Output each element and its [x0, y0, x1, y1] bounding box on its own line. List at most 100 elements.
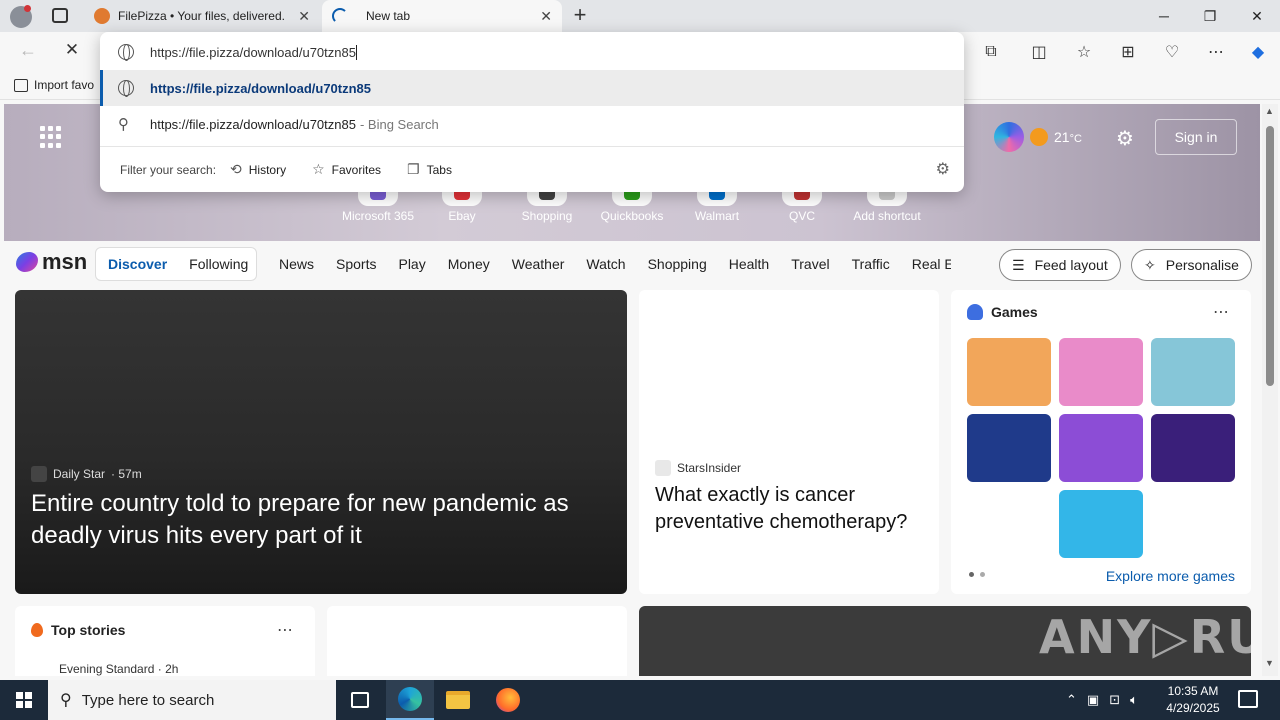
- copilot-icon[interactable]: ◆: [1244, 40, 1272, 64]
- restore-button[interactable]: ❐: [1187, 0, 1233, 32]
- tab-following[interactable]: Following: [189, 256, 248, 272]
- filter-favorites[interactable]: ☆ Favorites: [312, 161, 381, 178]
- more-options-icon[interactable]: ⋯: [277, 620, 293, 640]
- filter-tabs-label: Tabs: [426, 162, 452, 177]
- collections-icon[interactable]: ⊞: [1114, 40, 1142, 64]
- game-tile[interactable]: [967, 414, 1051, 482]
- carousel-dots[interactable]: [969, 572, 985, 577]
- split-screen-icon[interactable]: ◫: [1025, 40, 1053, 64]
- top-stories-card: Top stories ⋯ Evening Standard · 2h: [15, 606, 315, 676]
- page-scrollbar[interactable]: ▲ ▼: [1262, 104, 1278, 676]
- game-tile[interactable]: [1151, 338, 1235, 406]
- sign-in-button[interactable]: Sign in: [1155, 119, 1237, 155]
- nav-traffic[interactable]: Traffic: [852, 256, 890, 272]
- nav-money[interactable]: Money: [448, 256, 490, 272]
- suggestion-url[interactable]: https://file.pizza/download/u70tzn85: [100, 70, 964, 106]
- feed-mode-toggle: Discover Following: [95, 247, 257, 281]
- taskbar-edge[interactable]: [386, 680, 434, 720]
- card-headline[interactable]: What exactly is cancer preventative chem…: [655, 482, 925, 536]
- volume-icon[interactable]: 🔈︎: [1130, 692, 1138, 708]
- nav-real-estate[interactable]: Real E: [912, 256, 951, 272]
- app-launcher-icon[interactable]: [40, 126, 62, 148]
- personalise-button[interactable]: ✧ Personalise: [1131, 249, 1252, 281]
- nav-weather[interactable]: Weather: [512, 256, 565, 272]
- address-input-value[interactable]: https://file.pizza/download/u70tzn85: [150, 45, 356, 60]
- msn-butterfly-icon: [16, 252, 38, 272]
- filter-tabs[interactable]: ❐ Tabs: [407, 161, 452, 178]
- favorites-icon[interactable]: ☆: [1070, 40, 1098, 64]
- task-view-button[interactable]: [336, 680, 384, 720]
- notifications-icon[interactable]: [1238, 690, 1258, 708]
- clock[interactable]: 10:35 AM 4/29/2025: [1162, 683, 1224, 717]
- games-header: Games: [967, 304, 1038, 320]
- feed-layout-button[interactable]: ☰ Feed layout: [999, 249, 1121, 281]
- games-card: Games ⋯ Explore more games: [951, 290, 1251, 594]
- nav-health[interactable]: Health: [729, 256, 769, 272]
- weather-widget[interactable]: 21°C: [994, 122, 1082, 152]
- profile-avatar-icon[interactable]: [10, 5, 32, 28]
- tab-title: New tab: [366, 9, 411, 23]
- game-tile[interactable]: [1059, 338, 1143, 406]
- search-icon: ⚲: [60, 692, 72, 709]
- taskbar-search[interactable]: ⚲ Type here to search: [48, 680, 336, 720]
- tab-filepizza[interactable]: FilePizza • Your files, delivered. ✕: [84, 0, 320, 32]
- import-favorites-button[interactable]: Import favo: [14, 78, 94, 92]
- nav-news[interactable]: News: [279, 256, 314, 272]
- video-card[interactable]: ANY▷RUN: [639, 606, 1251, 676]
- extensions-icon[interactable]: ⧉: [977, 40, 1005, 64]
- page-settings-icon[interactable]: ⚙: [1116, 126, 1134, 151]
- taskbar-search-placeholder: Type here to search: [81, 691, 215, 709]
- temperature-unit: °C: [1069, 133, 1082, 145]
- filter-history[interactable]: ⟲ History: [230, 161, 286, 178]
- close-window-button[interactable]: ✕: [1234, 0, 1280, 32]
- back-button[interactable]: ←: [14, 40, 42, 64]
- performance-icon[interactable]: ♡: [1158, 40, 1186, 64]
- close-tab-icon[interactable]: ✕: [298, 8, 310, 25]
- game-tile[interactable]: [1059, 414, 1143, 482]
- settings-icon[interactable]: ⚙: [936, 159, 950, 179]
- copilot-icon[interactable]: [994, 122, 1024, 152]
- scroll-up-icon[interactable]: ▲: [1265, 106, 1274, 116]
- news-card[interactable]: StarsInsider What exactly is cancer prev…: [639, 290, 939, 594]
- task-view-icon: [351, 692, 369, 708]
- card-headline[interactable]: Entire country told to prepare for new p…: [31, 488, 611, 552]
- nav-watch[interactable]: Watch: [586, 256, 625, 272]
- explore-more-games-link[interactable]: Explore more games: [1106, 568, 1235, 584]
- address-input[interactable]: https://file.pizza/download/u70tzn85: [100, 34, 964, 70]
- chevron-up-icon[interactable]: ⌃: [1066, 692, 1077, 708]
- more-icon[interactable]: ⋯: [1202, 40, 1230, 64]
- personalise-label: Personalise: [1165, 257, 1239, 273]
- device-icon[interactable]: ▣: [1087, 692, 1099, 708]
- hero-news-card[interactable]: Daily Star · 57m Entire country told to …: [15, 290, 627, 594]
- stop-loading-button[interactable]: ✕: [58, 40, 86, 64]
- tab-new-tab[interactable]: New tab ✕: [322, 0, 562, 32]
- nav-sports[interactable]: Sports: [336, 256, 376, 272]
- msn-logo[interactable]: msn: [16, 249, 87, 275]
- tab-actions-icon[interactable]: [52, 8, 68, 23]
- nav-shopping[interactable]: Shopping: [648, 256, 707, 272]
- tab-discover[interactable]: Discover: [108, 256, 167, 272]
- game-tile[interactable]: [967, 338, 1051, 406]
- game-tile[interactable]: [1151, 414, 1235, 482]
- network-icon[interactable]: ⊡: [1109, 692, 1120, 708]
- taskbar-file-explorer[interactable]: [434, 680, 482, 720]
- more-options-icon[interactable]: ⋯: [1213, 302, 1229, 322]
- taskbar-firefox[interactable]: [484, 680, 532, 720]
- windows-taskbar: ⚲ Type here to search ⌃ ▣ ⊡ 🔈︎ 10:35 AM …: [0, 680, 1280, 720]
- close-tab-icon[interactable]: ✕: [540, 8, 552, 25]
- news-card[interactable]: [327, 606, 627, 676]
- nav-travel[interactable]: Travel: [791, 256, 829, 272]
- system-tray: ⌃ ▣ ⊡ 🔈︎: [1066, 680, 1138, 720]
- scroll-down-icon[interactable]: ▼: [1265, 658, 1274, 668]
- shortcut-label: QVC: [788, 209, 815, 223]
- clock-time: 10:35 AM: [1167, 684, 1219, 698]
- new-tab-button[interactable]: +: [568, 4, 592, 28]
- nav-play[interactable]: Play: [398, 256, 425, 272]
- shortcut-label: Shopping: [521, 209, 573, 223]
- minimize-button[interactable]: ─: [1141, 0, 1187, 32]
- start-button[interactable]: [0, 680, 48, 720]
- suggestion-bing-search[interactable]: ⚲ https://file.pizza/download/u70tzn85 -…: [100, 106, 964, 142]
- game-tile[interactable]: [1059, 490, 1143, 558]
- shortcut-label: Microsoft 365: [341, 209, 415, 223]
- scrollbar-thumb[interactable]: [1266, 126, 1274, 386]
